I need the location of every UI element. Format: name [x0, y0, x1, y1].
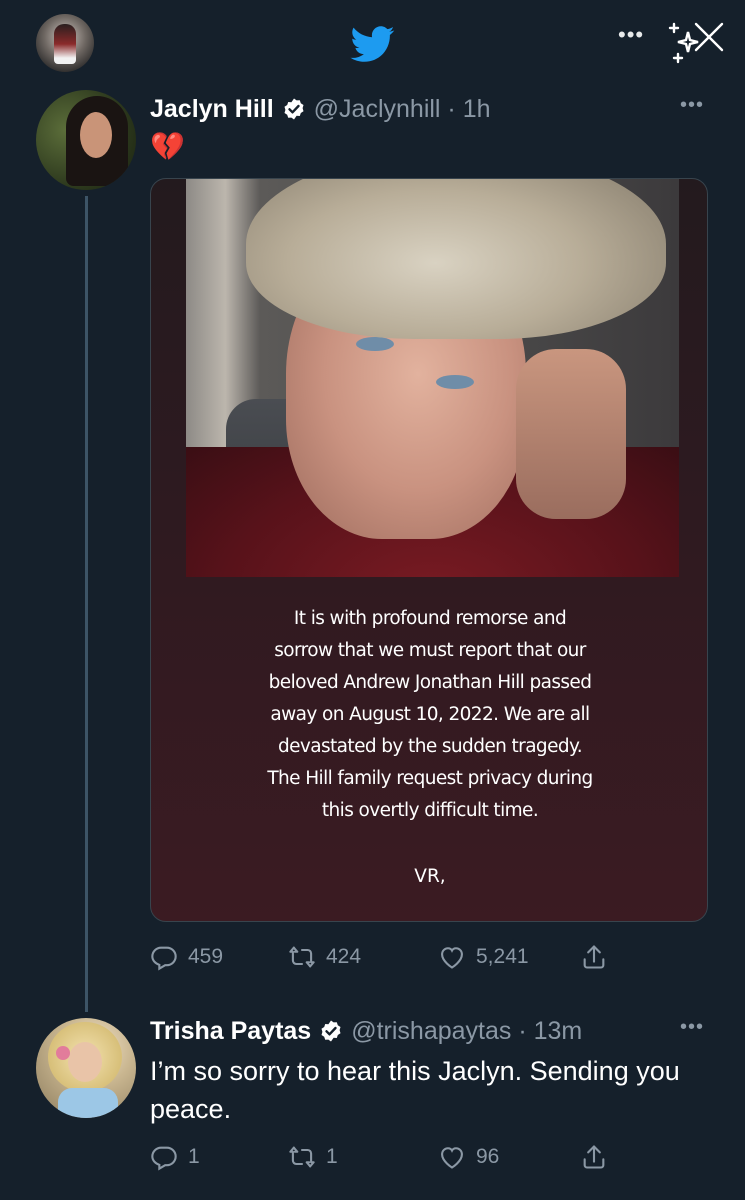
- statement-line: sorrow that we must report that our: [274, 640, 586, 661]
- statement-signoff: VR,: [414, 866, 446, 887]
- like-button[interactable]: 5,241: [438, 942, 529, 972]
- share-button[interactable]: [580, 942, 608, 972]
- retweet-icon: [289, 1146, 315, 1168]
- retweet-button[interactable]: 424: [288, 942, 361, 972]
- statement-line: The Hill family request privacy during: [267, 768, 593, 789]
- retweet-icon: [289, 946, 315, 968]
- reply-button[interactable]: 1: [150, 1142, 200, 1172]
- share-icon: [583, 945, 605, 969]
- sparkle-close-icon[interactable]: [666, 16, 724, 66]
- heart-icon: [441, 1147, 463, 1169]
- tweet-media-image[interactable]: It is with profound remorse and sorrow t…: [150, 178, 708, 922]
- retweet-button[interactable]: 1: [288, 1142, 338, 1172]
- statement-line: devastated by the sudden tragedy.: [277, 736, 583, 757]
- reply-button[interactable]: 459: [150, 942, 223, 972]
- author-handle-time[interactable]: @Jaclynhill · 1h: [314, 95, 491, 124]
- reply-author-avatar[interactable]: [36, 1018, 136, 1118]
- like-count: 96: [476, 1145, 500, 1168]
- statement-line: beloved Andrew Jonathan Hill passed: [268, 672, 592, 693]
- like-count: 5,241: [476, 945, 529, 968]
- reply-icon: [151, 946, 177, 971]
- author-name[interactable]: Jaclyn Hill: [150, 95, 274, 124]
- reply-count: 459: [188, 945, 224, 968]
- retweet-count: 1: [326, 1145, 338, 1168]
- statement-line: this overtly difficult time.: [321, 800, 539, 821]
- top-bar: •••: [0, 0, 745, 80]
- thread-connector-line: [85, 196, 88, 1012]
- reply-count: 1: [188, 1145, 200, 1168]
- statement-line: away on August 10, 2022. We are all: [270, 704, 590, 725]
- twitter-bird-icon: [350, 26, 395, 62]
- reply-author-name[interactable]: Trisha Paytas: [150, 1017, 311, 1046]
- reply-more-icon[interactable]: •••: [680, 1016, 704, 1039]
- like-button[interactable]: 96: [438, 1142, 499, 1172]
- share-button[interactable]: [580, 1142, 608, 1172]
- memorial-photo: [186, 179, 679, 577]
- reply-header: Trisha Paytas @trishapaytas · 13m: [150, 1014, 582, 1048]
- retweet-count: 424: [326, 945, 362, 968]
- account-avatar[interactable]: [36, 14, 94, 72]
- reply-icon: [151, 1146, 177, 1171]
- memorial-statement: It is with profound remorse and sorrow t…: [251, 603, 609, 827]
- verified-badge-icon: [284, 98, 304, 120]
- verified-badge-icon: [321, 1020, 341, 1042]
- tweet-header: Jaclyn Hill @Jaclynhill · 1h: [150, 92, 491, 126]
- tweet-actions: 459 424 5,241: [150, 942, 620, 972]
- share-icon: [583, 1145, 605, 1169]
- reply-text: I’m so sorry to hear this Jaclyn. Sendin…: [150, 1056, 680, 1124]
- tweet-more-icon[interactable]: •••: [680, 94, 704, 117]
- tweet-text: 💔: [150, 131, 185, 162]
- heart-icon: [441, 947, 463, 969]
- reply-handle-time[interactable]: @trishapaytas · 13m: [351, 1017, 582, 1046]
- statement-line: It is with profound remorse and: [293, 608, 567, 629]
- author-avatar[interactable]: [36, 90, 136, 190]
- more-icon[interactable]: •••: [618, 22, 644, 48]
- reply-actions: 1 1 96: [150, 1142, 620, 1172]
